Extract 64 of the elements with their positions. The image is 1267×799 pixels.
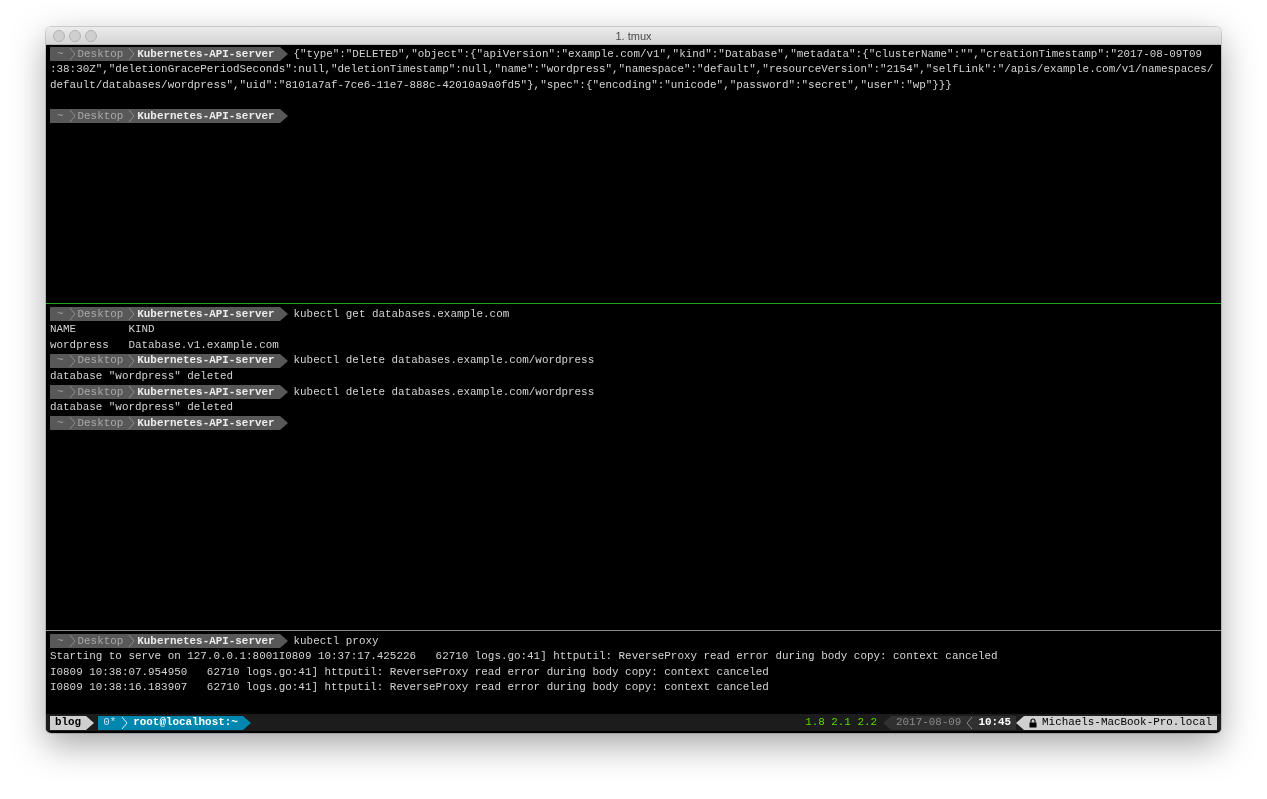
output-line: default/databases/wordpress","uid":"8101a7af-7ce6-11e7-888c-42010a9a0fd5"},"spec":{"encoding":"unicode","password":"secret","user":"wp"}}} — [50, 77, 952, 93]
chevron-icon — [68, 384, 76, 399]
path-label: Kubernetes-API-server — [136, 109, 276, 124]
time-text: 10:45 — [978, 715, 1012, 731]
path-label: ~ — [56, 306, 65, 322]
window-title: 1. tmux — [615, 29, 652, 42]
path-label: Kubernetes-API-server — [136, 353, 276, 369]
load-average: 1.8 2.1 2.2 — [805, 715, 878, 731]
chevron-icon — [68, 46, 76, 61]
path-label: Desktop — [76, 633, 125, 649]
chevron-icon — [68, 415, 76, 430]
chevron-icon — [68, 109, 76, 124]
chevron-icon — [68, 306, 76, 321]
window-index: 0* — [103, 715, 117, 731]
path-label: ~ — [56, 109, 65, 124]
date-text: 2017-08-09 — [896, 715, 962, 731]
minimize-button[interactable] — [69, 30, 81, 42]
chevron-icon — [68, 353, 76, 368]
chevron-icon — [128, 415, 136, 430]
lock-icon — [1029, 717, 1038, 728]
output-line: I0809 10:38:16.183907 62710 logs.go:41] httputil: ReverseProxy read error during body copy: context canceled — [50, 680, 769, 696]
output-line: NAME KIND — [50, 322, 155, 338]
chevron-icon — [128, 306, 136, 321]
arrow-icon — [86, 715, 95, 730]
path-label: Desktop — [76, 353, 125, 369]
output-line: database "wordpress" deleted — [50, 400, 233, 416]
path-label: Kubernetes-API-server — [136, 384, 276, 400]
chevron-icon — [128, 46, 136, 61]
output-line: wordpress Database.v1.example.com — [50, 337, 279, 353]
window-name: root@localhost:~ — [133, 715, 238, 731]
command-text: {"type":"DELETED","object":{"apiVersion":"example.com/v1","kind":"Database","metadata":{"clusterName":"","creationTimestamp":"2017-08-09T09 — [293, 46, 1202, 62]
chevron-icon — [128, 384, 136, 399]
command-text: kubectl delete databases.example.com/wordpress — [293, 353, 595, 369]
command-text: kubectl proxy — [293, 633, 379, 649]
arrow-icon — [242, 715, 251, 730]
host-name: Michaels-MacBook-Pro.local — [1042, 715, 1212, 731]
path-label: ~ — [56, 633, 65, 649]
zoom-button[interactable] — [85, 30, 97, 42]
path-label: Desktop — [76, 46, 125, 62]
path-label: ~ — [56, 46, 65, 62]
path-label: ~ — [56, 415, 65, 431]
output-line: Starting to serve on 127.0.0.1:8001I0809 10:37:17.425226 62710 logs.go:41] httputil: ReverseProxy read error during body copy: context canceled — [50, 649, 998, 665]
path-label: Kubernetes-API-server — [136, 46, 276, 62]
chevron-icon — [966, 715, 974, 730]
output-line: database "wordpress" deleted — [50, 369, 233, 384]
path-label: Desktop — [76, 306, 125, 322]
chevron-icon — [128, 109, 136, 124]
chevron-icon — [68, 633, 76, 648]
path-label: Kubernetes-API-server — [136, 306, 276, 322]
output-line: :38:30Z","deletionGracePeriodSeconds":null,"deletionTimestamp":null,"name":"wordpress","namespace":"default","resourceVersion":"2154","selfLink":"/apis/example.com/v1/namespaces/ — [50, 62, 1214, 78]
command-text: kubectl get databases.example.com — [293, 306, 510, 322]
chevron-icon — [121, 715, 129, 730]
chevron-icon — [128, 353, 136, 368]
path-label: Kubernetes-API-server — [136, 415, 276, 431]
path-label: ~ — [56, 353, 65, 369]
path-label: Desktop — [76, 384, 125, 400]
close-button[interactable] — [53, 30, 65, 42]
chevron-icon — [128, 633, 136, 648]
path-label: Kubernetes-API-server — [136, 633, 276, 649]
path-label: Desktop — [76, 109, 125, 124]
path-label: Desktop — [76, 415, 125, 431]
path-label: ~ — [56, 384, 65, 400]
output-line: I0809 10:38:07.954950 62710 logs.go:41] httputil: ReverseProxy read error during body copy: context canceled — [50, 664, 769, 680]
command-text: kubectl delete databases.example.com/wordpress — [293, 384, 595, 400]
